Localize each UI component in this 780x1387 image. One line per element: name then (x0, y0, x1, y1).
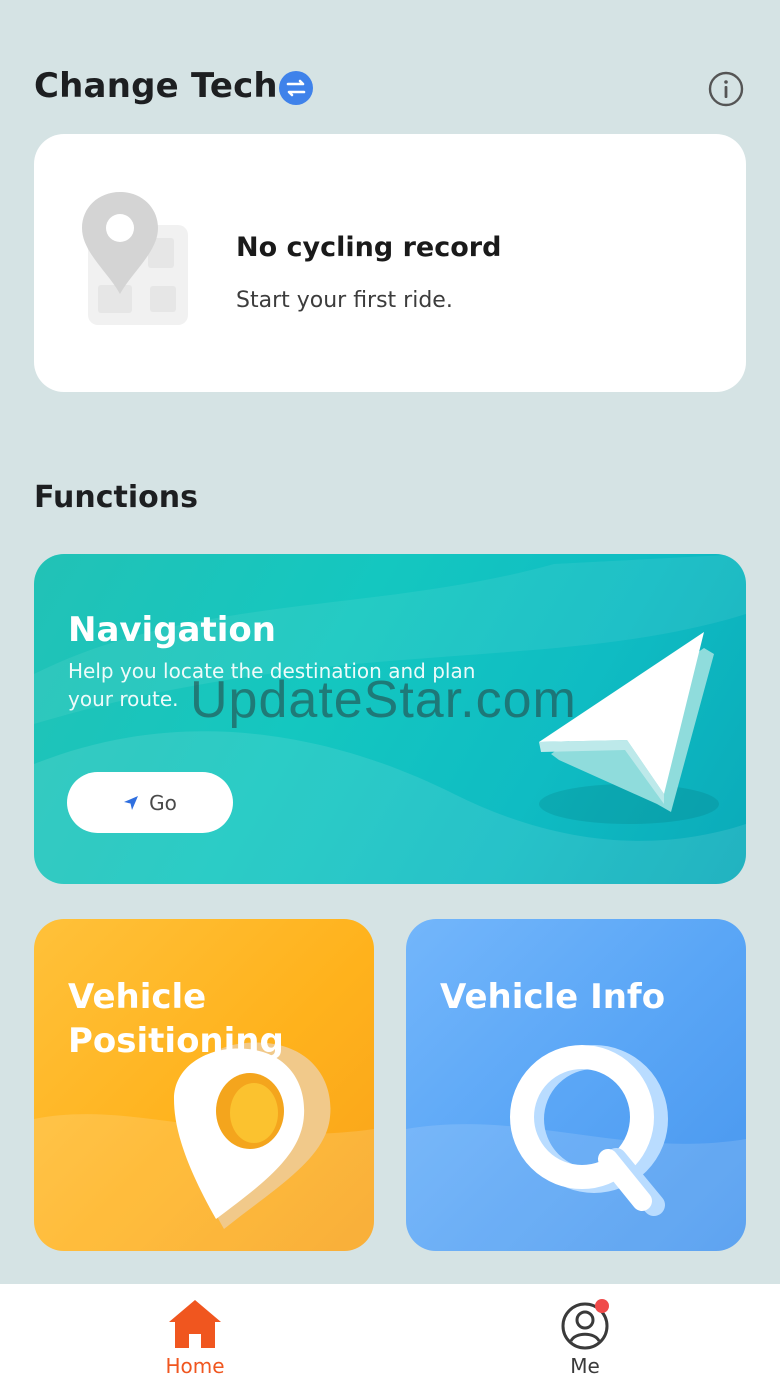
vehicle-info-card[interactable]: Vehicle Info (406, 919, 746, 1251)
functions-heading: Functions (34, 480, 198, 515)
vehicle-info-title: Vehicle Info (440, 977, 666, 1017)
home-icon (169, 1300, 221, 1348)
tab-home[interactable]: Home (115, 1284, 275, 1387)
page-title: Change Tech (34, 66, 278, 106)
tab-me-label: Me (570, 1354, 600, 1378)
cycling-record-card[interactable]: No cycling record Start your first ride. (34, 134, 746, 392)
vehicle-positioning-title: Vehicle Positioning (68, 977, 284, 1061)
tab-me[interactable]: Me (505, 1284, 665, 1387)
tab-home-label: Home (165, 1354, 225, 1378)
navigation-title: Navigation (68, 610, 276, 650)
go-button-label: Go (149, 790, 177, 815)
map-pin-icon (82, 192, 188, 325)
go-button[interactable]: Go (67, 772, 233, 833)
info-icon[interactable] (707, 70, 745, 108)
search-icon (406, 1045, 746, 1251)
user-icon (561, 1299, 609, 1350)
switch-icon[interactable] (279, 71, 313, 105)
bottom-tab-bar: Home Me (0, 1284, 780, 1387)
record-title: No cycling record (236, 232, 502, 263)
map-pin-icon (34, 1042, 374, 1251)
vehicle-positioning-card[interactable]: Vehicle Positioning (34, 919, 374, 1251)
record-subtitle: Start your first ride. (236, 288, 453, 313)
location-arrow-icon (124, 795, 139, 810)
watermark-text: UpdateStar.com (190, 671, 577, 729)
